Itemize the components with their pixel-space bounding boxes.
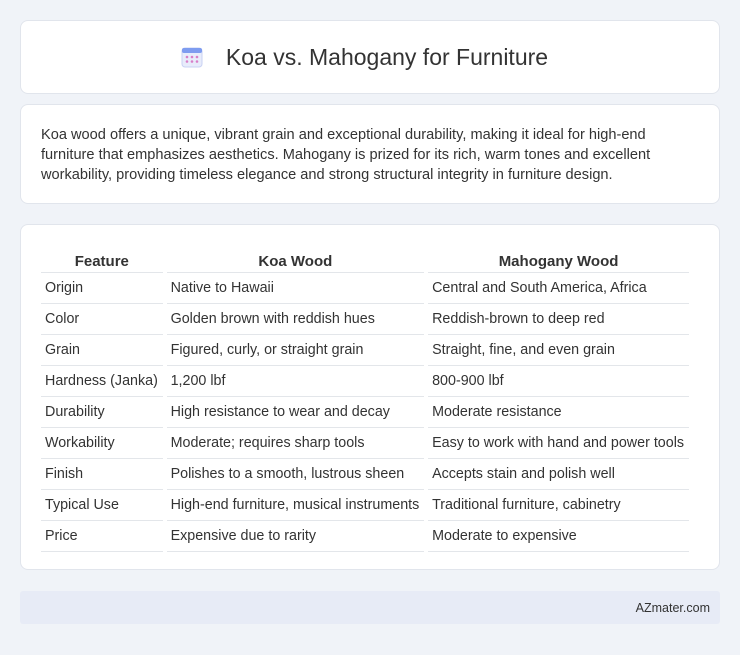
table-row: Finish Polishes to a smooth, lustrous sh…	[41, 459, 689, 490]
table-row: Durability High resistance to wear and d…	[41, 397, 689, 428]
header-feature: Feature	[41, 245, 163, 273]
cell-feature: Hardness (Janka)	[41, 366, 163, 397]
header-mahogany: Mahogany Wood	[428, 245, 689, 273]
cell-feature: Typical Use	[41, 490, 163, 521]
cell-koa: Figured, curly, or straight grain	[166, 335, 425, 366]
cell-koa: Native to Hawaii	[166, 273, 425, 304]
comparison-table: Feature Koa Wood Mahogany Wood Origin Na…	[37, 245, 693, 552]
cell-koa: Moderate; requires sharp tools	[166, 428, 425, 459]
title-card: Koa vs. Mahogany for Furniture	[20, 20, 720, 94]
calendar-icon	[181, 47, 203, 68]
cell-feature: Origin	[41, 273, 163, 304]
table-row: Typical Use High-end furniture, musical …	[41, 490, 689, 521]
table-row: Origin Native to Hawaii Central and Sout…	[41, 273, 689, 304]
cell-koa: High-end furniture, musical instruments	[166, 490, 425, 521]
cell-mahogany: Easy to work with hand and power tools	[428, 428, 689, 459]
cell-koa: Expensive due to rarity	[166, 521, 425, 552]
cell-koa: 1,200 lbf	[166, 366, 425, 397]
cell-feature: Grain	[41, 335, 163, 366]
table-header-row: Feature Koa Wood Mahogany Wood	[41, 245, 689, 273]
table-row: Workability Moderate; requires sharp too…	[41, 428, 689, 459]
cell-mahogany: Moderate resistance	[428, 397, 689, 428]
intro-card: Koa wood offers a unique, vibrant grain …	[20, 104, 720, 204]
header-koa: Koa Wood	[166, 245, 425, 273]
cell-mahogany: Reddish-brown to deep red	[428, 304, 689, 335]
cell-mahogany: Moderate to expensive	[428, 521, 689, 552]
table-row: Hardness (Janka) 1,200 lbf 800-900 lbf	[41, 366, 689, 397]
cell-feature: Color	[41, 304, 163, 335]
intro-text: Koa wood offers a unique, vibrant grain …	[41, 127, 651, 183]
cell-koa: Polishes to a smooth, lustrous sheen	[166, 459, 425, 490]
cell-feature: Finish	[41, 459, 163, 490]
cell-mahogany: Central and South America, Africa	[428, 273, 689, 304]
footer-site-link[interactable]: AZmater.com	[636, 601, 710, 615]
table-card: Feature Koa Wood Mahogany Wood Origin Na…	[20, 224, 720, 570]
table-row: Color Golden brown with reddish hues Red…	[41, 304, 689, 335]
cell-mahogany: Straight, fine, and even grain	[428, 335, 689, 366]
cell-feature: Workability	[41, 428, 163, 459]
cell-mahogany: Accepts stain and polish well	[428, 459, 689, 490]
page-title: Koa vs. Mahogany for Furniture	[225, 43, 549, 70]
cell-mahogany: 800-900 lbf	[428, 366, 689, 397]
table-row: Grain Figured, curly, or straight grain …	[41, 335, 689, 366]
cell-mahogany: Traditional furniture, cabinetry	[428, 490, 689, 521]
table-row: Price Expensive due to rarity Moderate t…	[41, 521, 689, 552]
footer: AZmater.com	[20, 591, 720, 624]
cell-koa: High resistance to wear and decay	[166, 397, 425, 428]
cell-koa: Golden brown with reddish hues	[166, 304, 425, 335]
cell-feature: Durability	[41, 397, 163, 428]
cell-feature: Price	[41, 521, 163, 552]
